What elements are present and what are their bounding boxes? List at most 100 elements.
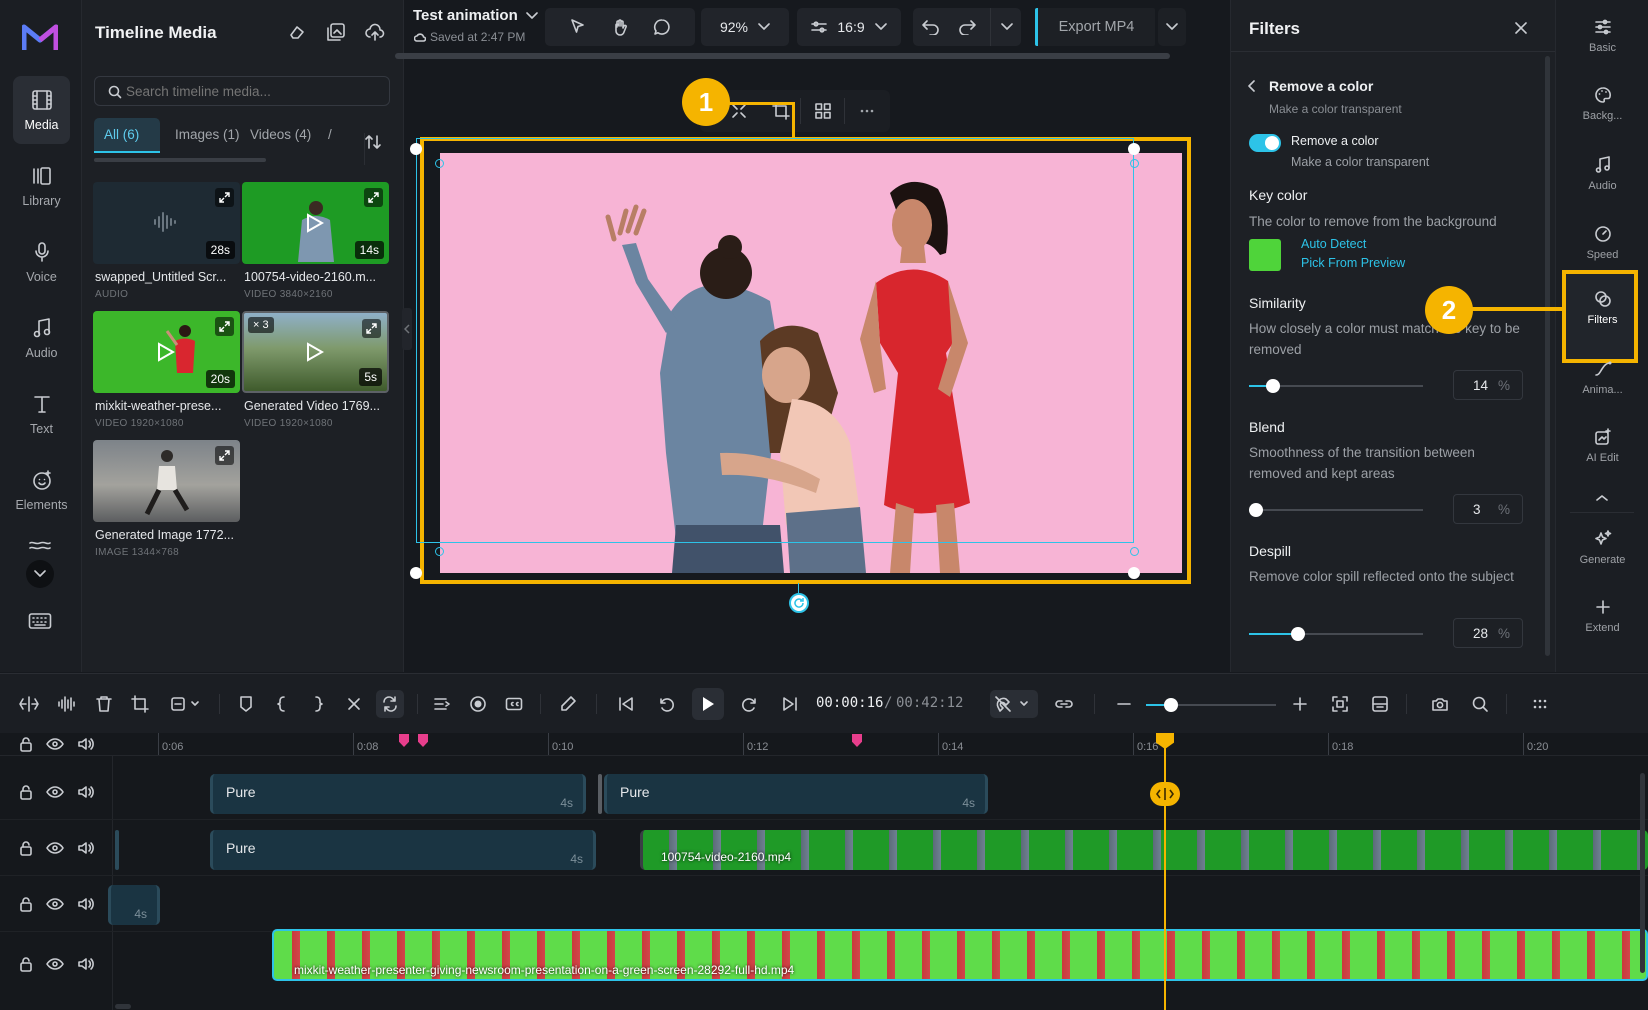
forward-icon[interactable] <box>738 692 762 716</box>
play-button[interactable] <box>692 688 724 720</box>
resize-handle-bl[interactable] <box>410 567 422 579</box>
mark-out-icon[interactable] <box>306 692 330 716</box>
rail-basic[interactable]: Basic <box>1556 18 1648 54</box>
resize-handle-tr[interactable] <box>1128 143 1140 155</box>
rail-text[interactable]: Text <box>13 380 70 448</box>
eye-icon[interactable] <box>46 957 64 971</box>
rail-extend[interactable]: Extend <box>1556 598 1648 634</box>
project-title[interactable]: Test animation <box>413 7 518 24</box>
effects-dropdown[interactable] <box>166 692 206 716</box>
rail-library[interactable]: Library <box>13 152 70 220</box>
rail-voice[interactable]: Voice <box>13 228 70 296</box>
tab-all[interactable]: All (6) <box>94 118 160 153</box>
rail-more-button[interactable] <box>26 560 54 588</box>
insert-icon[interactable] <box>430 692 454 716</box>
anchor-point[interactable] <box>1130 547 1139 556</box>
link-icon[interactable] <box>1052 692 1076 716</box>
media-item-audio-thumb[interactable]: 28s <box>93 182 240 264</box>
record-icon[interactable] <box>466 692 490 716</box>
close-icon[interactable] <box>1514 21 1528 35</box>
panel-collapse-handle[interactable] <box>402 308 412 350</box>
comment-icon[interactable] <box>653 18 671 36</box>
link-pen-icon[interactable] <box>556 692 580 716</box>
crop-tool-icon[interactable] <box>128 692 152 716</box>
eye-icon[interactable] <box>46 737 64 751</box>
split-icon[interactable] <box>17 692 41 716</box>
clear-icon[interactable] <box>288 23 306 41</box>
rail-speed[interactable]: Speed <box>1556 225 1648 261</box>
skip-start-icon[interactable] <box>614 692 638 716</box>
expand-icon[interactable] <box>215 446 234 465</box>
app-logo[interactable] <box>22 24 58 52</box>
playhead-line[interactable] <box>1164 733 1166 1010</box>
anchor-point[interactable] <box>435 159 444 168</box>
timeline-zoom-knob[interactable] <box>1164 698 1178 712</box>
timeline-zoom-slider[interactable] <box>1146 698 1276 712</box>
volume-icon[interactable] <box>77 957 95 971</box>
preview-scrollbar[interactable] <box>395 53 1170 59</box>
clip-short[interactable]: 4s <box>108 885 160 925</box>
timeline-search-icon[interactable] <box>1468 692 1492 716</box>
zoom-dropdown[interactable]: 92% <box>701 8 789 46</box>
anchor-point[interactable] <box>1130 159 1139 168</box>
select-cursor-icon[interactable] <box>569 18 587 36</box>
pick-from-preview-link[interactable]: Pick From Preview <box>1301 256 1405 270</box>
snap-dropdown[interactable] <box>990 690 1038 718</box>
rail-media[interactable]: Media <box>13 76 70 144</box>
lock-icon[interactable] <box>19 840 33 856</box>
expand-icon[interactable] <box>364 188 383 207</box>
rewind-icon[interactable] <box>654 692 678 716</box>
loop-icon[interactable] <box>376 690 404 718</box>
sort-icon[interactable] <box>364 133 382 151</box>
timeline-marker[interactable] <box>852 734 862 747</box>
upload-cloud-icon[interactable] <box>365 22 385 42</box>
resize-handle-br[interactable] <box>1128 567 1140 579</box>
hand-icon[interactable] <box>611 18 629 36</box>
key-color-swatch[interactable] <box>1249 239 1281 271</box>
export-button[interactable]: Export MP4 <box>1035 8 1155 46</box>
captions-icon[interactable] <box>502 692 526 716</box>
timeline-marker[interactable] <box>399 734 409 747</box>
more-icon[interactable] <box>858 102 876 120</box>
timeline-marker[interactable] <box>418 734 428 747</box>
lock-icon[interactable] <box>19 956 33 972</box>
media-item-video1-thumb[interactable]: 14s <box>242 182 389 264</box>
rail-ai-edit[interactable]: AI Edit <box>1556 428 1648 464</box>
blend-input[interactable]: 3 % <box>1453 494 1523 524</box>
tab-images[interactable]: Images (1) <box>175 127 240 142</box>
tabs-scrollbar[interactable] <box>94 158 266 162</box>
despill-slider-knob[interactable] <box>1291 627 1305 641</box>
eye-icon[interactable] <box>46 785 64 799</box>
clip-video-mixkit[interactable]: mixkit-weather-presenter-giving-newsroom… <box>272 929 1648 981</box>
media-item-video3-thumb[interactable]: × 3 5s <box>242 311 389 393</box>
keyboard-icon[interactable] <box>28 612 52 630</box>
selection-frame[interactable] <box>416 138 1134 543</box>
lock-icon[interactable] <box>19 896 33 912</box>
clear-marks-icon[interactable] <box>342 692 366 716</box>
similarity-slider[interactable] <box>1249 379 1423 393</box>
zoom-out-icon[interactable] <box>1112 692 1136 716</box>
eye-icon[interactable] <box>46 897 64 911</box>
playhead-split-button[interactable] <box>1150 782 1180 806</box>
resize-handle-tl[interactable] <box>410 143 422 155</box>
media-item-image-thumb[interactable] <box>93 440 240 522</box>
blend-slider-knob[interactable] <box>1249 503 1263 517</box>
timeline-v-scrollbar[interactable] <box>1640 773 1645 973</box>
preview-canvas[interactable] <box>410 138 1182 579</box>
grid-icon[interactable] <box>814 102 832 120</box>
skip-end-icon[interactable] <box>778 692 802 716</box>
delete-icon[interactable] <box>92 692 116 716</box>
export-options-button[interactable] <box>1158 8 1186 46</box>
blend-slider[interactable] <box>1249 503 1423 517</box>
volume-icon[interactable] <box>77 841 95 855</box>
volume-icon[interactable] <box>77 737 95 751</box>
similarity-slider-knob[interactable] <box>1266 379 1280 393</box>
media-search-input[interactable] <box>126 82 376 100</box>
mark-in-icon[interactable] <box>270 692 294 716</box>
tab-overflow[interactable]: / <box>328 127 332 142</box>
marker-icon[interactable] <box>234 692 258 716</box>
remove-color-toggle[interactable] <box>1249 134 1281 152</box>
rail-audio[interactable]: Audio <box>13 304 70 372</box>
lock-icon[interactable] <box>19 784 33 800</box>
rail-filters[interactable]: Filters <box>1556 290 1648 326</box>
